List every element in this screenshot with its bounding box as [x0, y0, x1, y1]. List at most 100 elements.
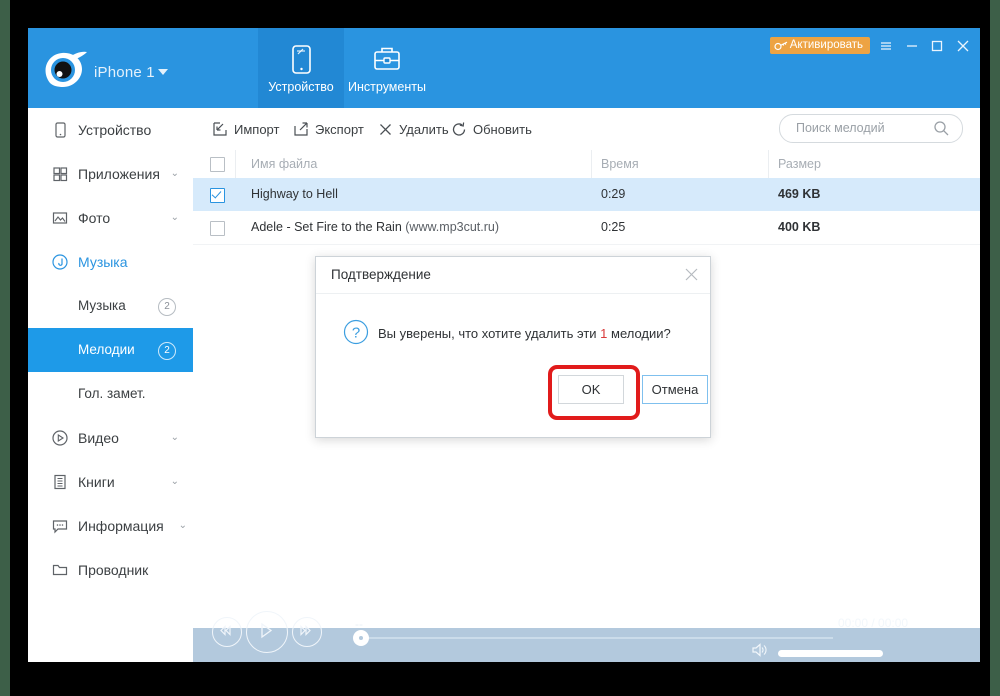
sidebar-item-label: Книги [78, 474, 115, 490]
sidebar-item-music[interactable]: Музыка [28, 240, 193, 284]
sidebar-item-label: Фото [78, 210, 111, 226]
menu-button[interactable] [874, 34, 898, 58]
activate-button[interactable]: Активировать [769, 37, 870, 54]
select-all-checkbox[interactable] [210, 157, 225, 172]
table-row[interactable]: Adele - Set Fire to the Rain (www.mp3cut… [193, 211, 980, 245]
sidebar-item-information[interactable]: Информация ⌄ [28, 504, 193, 548]
grid-icon [51, 165, 69, 183]
search-input[interactable] [794, 120, 928, 136]
window-frame: iPhone 1 Устройство Инструменты Активиро… [10, 0, 990, 696]
itools-eye-logo [42, 48, 88, 92]
row-time: 0:29 [601, 187, 626, 201]
sidebar-subitem-ringtones[interactable]: Мелодии 2 [28, 328, 193, 372]
device-name-label[interactable]: iPhone 1 [94, 64, 155, 81]
question-circle-icon: ? [343, 319, 369, 345]
minimize-button[interactable] [900, 34, 924, 58]
export-label: Экспорт [315, 122, 364, 137]
chevron-down-icon[interactable]: ⌄ [171, 416, 179, 460]
time-display: 00:00 / 00:00 [838, 616, 909, 630]
confirmation-dialog: Подтверждение ? Вы уверены, что хотите у… [315, 256, 711, 438]
sidebar-subitem-badge: 2 [158, 342, 176, 360]
table-row[interactable]: Highway to Hell 0:29 469 KB [193, 178, 980, 212]
tab-device[interactable]: Устройство [258, 28, 344, 108]
briefcase-icon [344, 44, 430, 80]
row-checkbox[interactable] [210, 221, 225, 236]
play-circle-icon [51, 429, 69, 447]
close-button[interactable] [951, 34, 975, 58]
row-filename: Highway to Hell [251, 187, 338, 201]
activate-label: Активировать [789, 39, 863, 51]
progress-slider-track[interactable] [355, 637, 833, 639]
column-divider [591, 150, 592, 178]
column-header-time[interactable]: Время [601, 157, 639, 171]
chevron-down-icon[interactable]: ⌄ [171, 460, 179, 504]
sidebar-item-apps[interactable]: Приложения ⌄ [28, 152, 193, 196]
dialog-title: Подтверждение [331, 267, 431, 282]
close-icon[interactable] [684, 267, 699, 282]
maximize-button[interactable] [925, 34, 949, 58]
sidebar-subitem-label: Музыка [78, 298, 126, 313]
import-button[interactable]: Импорт [212, 120, 279, 140]
search-box[interactable] [779, 114, 963, 143]
tab-tools[interactable]: Инструменты [344, 28, 430, 108]
chevron-down-icon[interactable]: ⌄ [171, 152, 179, 196]
sidebar-item-video[interactable]: Видео ⌄ [28, 416, 193, 460]
column-header-name[interactable]: Имя файла [251, 157, 317, 171]
app-header: iPhone 1 Устройство Инструменты Активиро… [28, 28, 980, 108]
sidebar-subitem-voice-memos[interactable]: Гол. замет. [28, 372, 193, 416]
refresh-label: Обновить [473, 122, 532, 137]
key-icon [774, 40, 788, 52]
chevron-down-icon[interactable] [158, 69, 168, 75]
sidebar-subitem-music[interactable]: Музыка 2 [28, 284, 193, 328]
tablet-icon [258, 44, 344, 80]
export-button[interactable]: Экспорт [293, 120, 364, 140]
book-icon [51, 473, 69, 491]
sidebar-item-label: Проводник [78, 562, 149, 578]
sidebar: Устройство Приложения ⌄ Фото ⌄ Музыка Му… [28, 108, 194, 662]
dialog-title-bar: Подтверждение [316, 257, 710, 294]
now-playing-title: -- [355, 617, 363, 631]
import-label: Импорт [234, 122, 280, 137]
tab-tools-label: Инструменты [348, 80, 426, 94]
chevron-down-icon[interactable]: ⌄ [179, 504, 187, 548]
itools-application-window: iPhone 1 Устройство Инструменты Активиро… [28, 28, 980, 662]
sidebar-item-label: Устройство [78, 122, 152, 138]
ok-button-highlight-annotation [548, 365, 640, 420]
sidebar-item-label: Информация [78, 518, 164, 534]
column-header-size[interactable]: Размер [778, 157, 821, 171]
phone-icon [51, 121, 69, 139]
svg-text:?: ? [352, 325, 360, 342]
music-circle-icon [51, 253, 69, 271]
sidebar-item-photos[interactable]: Фото ⌄ [28, 196, 193, 240]
media-player-bar: -- 00:00 / 00:00 [193, 611, 980, 662]
column-divider [235, 150, 236, 178]
folder-icon [51, 561, 69, 579]
row-size: 469 KB [778, 187, 821, 201]
refresh-button[interactable]: Обновить [451, 120, 532, 140]
toolbar: Импорт Экспорт Удалить Обновить Поиск ме… [193, 108, 980, 151]
table-header: Имя файла Время Размер [193, 150, 980, 179]
export-icon [293, 121, 310, 138]
delete-button[interactable]: Удалить [377, 120, 449, 140]
sidebar-subitem-label: Мелодии [78, 342, 135, 357]
row-checkbox[interactable] [210, 188, 225, 203]
previous-button[interactable] [212, 617, 242, 647]
volume-icon[interactable] [751, 642, 769, 658]
chevron-down-icon[interactable]: ⌄ [171, 196, 179, 240]
search-icon[interactable] [933, 120, 950, 137]
next-button[interactable] [292, 617, 322, 647]
volume-slider[interactable] [778, 650, 883, 657]
play-button[interactable] [246, 611, 288, 653]
sidebar-subitem-label: Гол. замет. [78, 386, 146, 401]
refresh-icon [451, 121, 468, 138]
row-filename: Adele - Set Fire to the Rain (www.mp3cut… [251, 220, 500, 234]
cancel-button[interactable]: Отмена [642, 375, 708, 404]
progress-slider-handle[interactable] [353, 630, 369, 646]
sidebar-item-label: Музыка [78, 254, 128, 270]
delete-x-icon [377, 121, 394, 138]
sidebar-item-books[interactable]: Книги ⌄ [28, 460, 193, 504]
chat-icon [51, 517, 69, 535]
image-icon [51, 209, 69, 227]
sidebar-item-device[interactable]: Устройство [28, 108, 193, 152]
sidebar-item-explorer[interactable]: Проводник [28, 548, 193, 592]
